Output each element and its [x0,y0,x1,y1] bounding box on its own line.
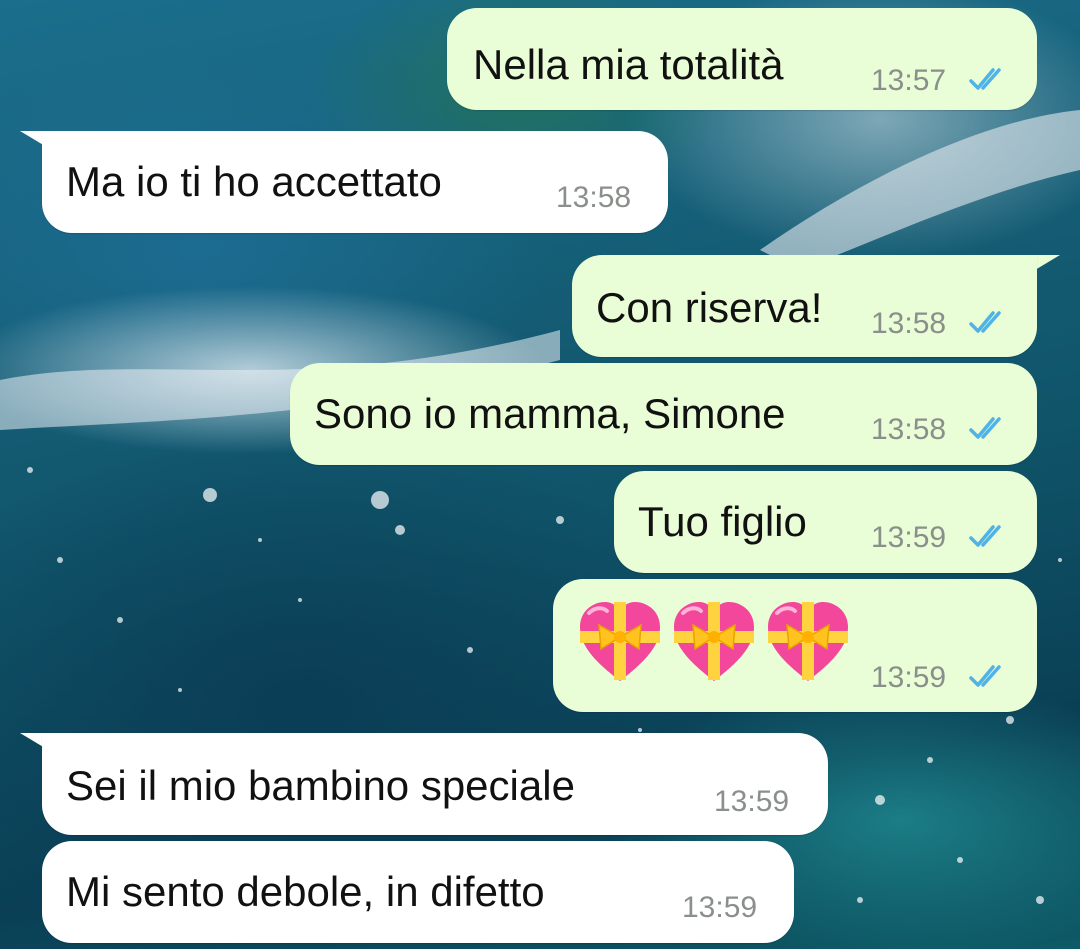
read-receipt-icon [969,68,1001,90]
message-timestamp: 13:57 [871,64,947,97]
emoji-row [577,599,851,685]
heart-with-ribbon-icon [768,602,848,681]
heart-with-ribbon-icon [674,602,754,681]
message-bubble-outgoing[interactable]: Tuo figlio 13:59 [614,471,1037,573]
message-bubble-outgoing[interactable]: 13:59 [553,579,1037,712]
message-text: Ma io ti ho accettato [66,158,442,205]
heart-with-ribbon-icon [580,602,660,681]
message-text: Sono io mamma, Simone [314,390,786,437]
message-text: Nella mia totalità [473,41,784,88]
message-bubble-incoming[interactable]: Sei il mio bambino speciale 13:59 [42,733,828,835]
message-bubble-outgoing[interactable]: Nella mia totalità 13:57 [447,8,1037,110]
message-bubble-incoming[interactable]: Mi sento debole, in difetto 13:59 [42,841,794,943]
read-receipt-icon [969,665,1001,687]
message-timestamp: 13:58 [871,307,947,340]
read-receipt-icon [969,525,1001,547]
message-timestamp: 13:59 [871,521,947,554]
read-receipt-icon [969,311,1001,333]
message-timestamp: 13:58 [556,181,632,214]
message-timestamp: 13:58 [871,413,947,446]
message-bubble-incoming[interactable]: Ma io ti ho accettato 13:58 [42,131,668,233]
message-text: Mi sento debole, in difetto [66,868,545,915]
message-timestamp: 13:59 [714,785,790,818]
read-receipt-icon [969,417,1001,439]
message-timestamp: 13:59 [682,891,758,924]
message-text: Tuo figlio [638,498,807,545]
message-timestamp: 13:59 [871,661,947,694]
message-text: Sei il mio bambino speciale [66,762,575,809]
message-bubble-outgoing[interactable]: Con riserva! 13:58 [572,255,1037,357]
message-text: Con riserva! [596,284,823,331]
message-bubble-outgoing[interactable]: Sono io mamma, Simone 13:58 [290,363,1037,465]
